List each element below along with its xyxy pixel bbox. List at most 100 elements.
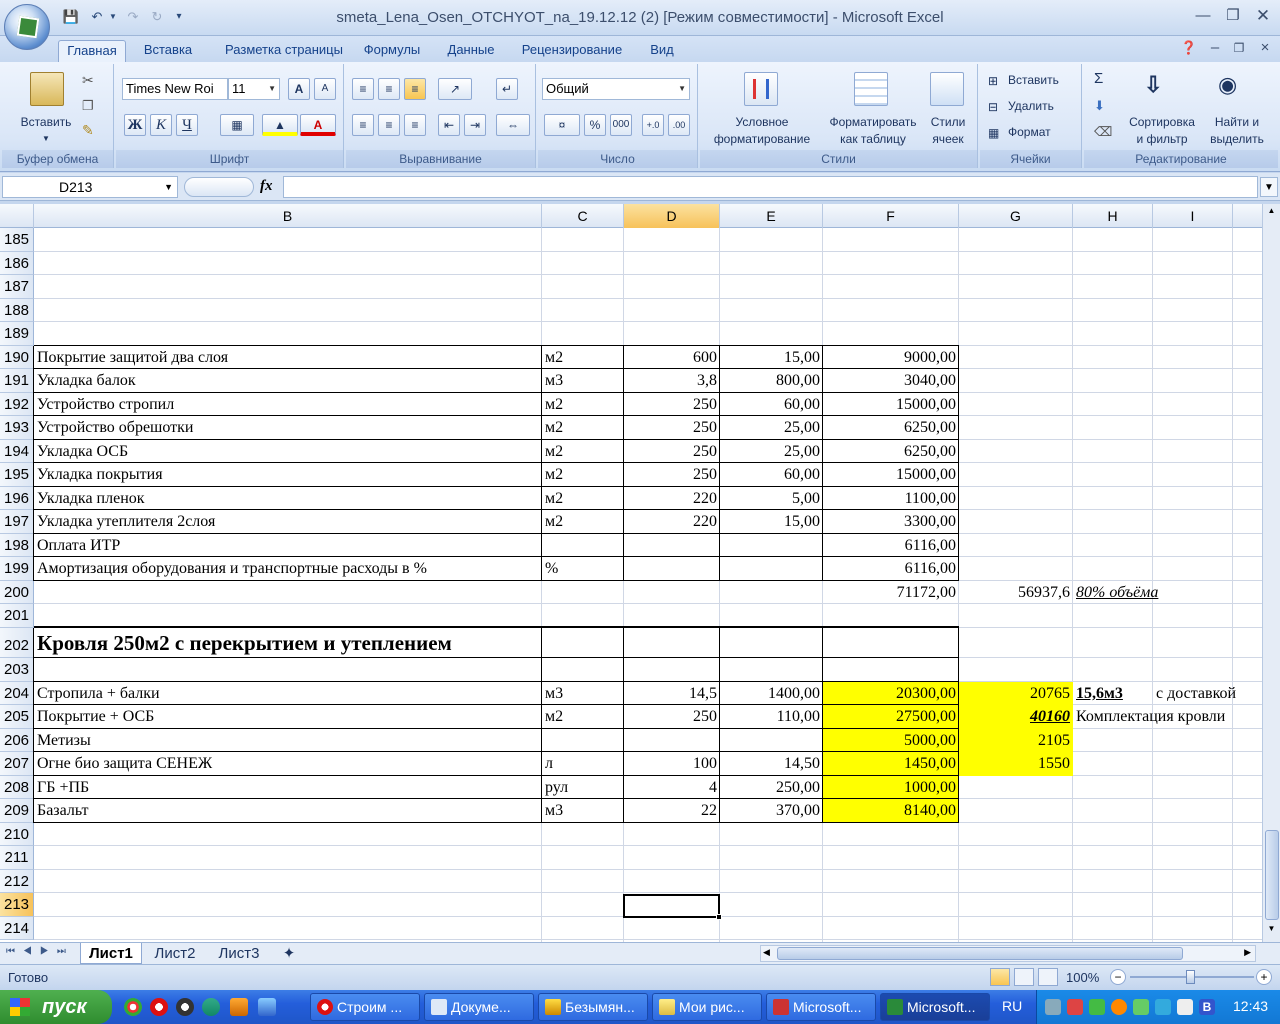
- taskbar-button-2[interactable]: Докуме...: [424, 993, 534, 1021]
- zoom-slider-thumb[interactable]: [1186, 970, 1195, 984]
- grow-font-button[interactable]: A: [288, 78, 310, 100]
- tray-icon-5[interactable]: [1133, 999, 1149, 1015]
- column-header-c[interactable]: C: [542, 204, 624, 228]
- increase-decimal-icon[interactable]: +.0: [642, 114, 664, 136]
- page-break-view-icon[interactable]: [1038, 968, 1058, 986]
- copy-icon[interactable]: ❐: [82, 98, 94, 114]
- row-header[interactable]: 205: [0, 705, 34, 729]
- explorer-icon[interactable]: [230, 998, 248, 1016]
- row-header[interactable]: 203: [0, 658, 34, 682]
- column-header-d[interactable]: D: [624, 204, 720, 228]
- insert-cells-button[interactable]: Вставить: [1008, 72, 1059, 89]
- cell-b196[interactable]: Укладка пленок: [34, 487, 145, 510]
- row-header[interactable]: 207: [0, 752, 34, 776]
- cell-g204[interactable]: 20765: [959, 682, 1073, 705]
- align-top-icon[interactable]: ≡: [352, 78, 374, 100]
- tab-view[interactable]: Вид: [642, 40, 682, 62]
- cell-f195[interactable]: 15000,00: [823, 463, 959, 487]
- cell-b207[interactable]: Огне био защита СЕНЕЖ: [34, 752, 212, 776]
- vertical-scroll-thumb[interactable]: [1265, 830, 1279, 920]
- cell-f197[interactable]: 3300,00: [823, 510, 959, 534]
- taskbar-button-1[interactable]: Строим ...: [310, 993, 420, 1021]
- format-as-table-icon[interactable]: [854, 72, 888, 106]
- cell-g205[interactable]: 40160: [959, 705, 1073, 729]
- row-header[interactable]: 200: [0, 581, 34, 604]
- font-size-combo[interactable]: 11 ▼: [228, 78, 280, 100]
- tray-icon-6[interactable]: [1155, 999, 1171, 1015]
- clear-icon[interactable]: ⌫: [1094, 124, 1112, 140]
- tab-data[interactable]: Данные: [440, 40, 502, 62]
- page-layout-view-icon[interactable]: [1014, 968, 1034, 986]
- tray-icon-4[interactable]: [1111, 999, 1127, 1015]
- cell-c190[interactable]: м2: [542, 346, 563, 369]
- cell-e192[interactable]: 60,00: [720, 393, 823, 416]
- align-center-icon[interactable]: ≡: [378, 114, 400, 136]
- cell-e208[interactable]: 250,00: [720, 776, 823, 799]
- tab-insert[interactable]: Вставка: [136, 40, 200, 62]
- tab-formulas[interactable]: Формулы: [358, 40, 426, 62]
- increase-indent-icon[interactable]: ⇥: [464, 114, 486, 136]
- bold-button[interactable]: Ж: [124, 114, 146, 136]
- cell-e190[interactable]: 15,00: [720, 346, 823, 369]
- thousands-button[interactable]: 000: [610, 114, 632, 136]
- decrease-decimal-icon[interactable]: .00: [668, 114, 690, 136]
- cell-b193[interactable]: Устройство обрешотки: [34, 416, 193, 440]
- insert-function-button[interactable]: fx: [260, 178, 273, 195]
- column-header-g[interactable]: G: [959, 204, 1073, 228]
- cell-b198[interactable]: Оплата ИТР: [34, 534, 120, 557]
- cell-f209[interactable]: 8140,00: [823, 799, 959, 823]
- cell-b208[interactable]: ГБ +ПБ: [34, 776, 89, 799]
- sheet-nav-arrows-icon[interactable]: ⏮◀▶⏭: [6, 946, 74, 957]
- cell-c209[interactable]: м3: [542, 799, 563, 823]
- vertical-scrollbar[interactable]: ▲ ▼: [1262, 204, 1280, 942]
- cell-d207[interactable]: 100: [624, 752, 720, 776]
- cell-g207[interactable]: 1550: [959, 752, 1073, 776]
- office-button[interactable]: [4, 4, 50, 50]
- row-header[interactable]: 204: [0, 682, 34, 705]
- underline-button[interactable]: Ч: [176, 114, 198, 136]
- sort-filter-label-2[interactable]: и фильтр: [1122, 131, 1202, 148]
- format-as-table-label-1[interactable]: Форматировать: [818, 114, 928, 131]
- conditional-formatting-label-2[interactable]: форматирование: [702, 131, 822, 148]
- font-color-icon[interactable]: A: [300, 114, 336, 136]
- format-painter-icon[interactable]: ✎: [82, 122, 94, 139]
- cell-e194[interactable]: 25,00: [720, 440, 823, 463]
- cell-b206[interactable]: Метизы: [34, 729, 91, 752]
- cell-b209[interactable]: Базальт: [34, 799, 89, 823]
- cell-b197[interactable]: Укладка утеплителя 2слоя: [34, 510, 215, 534]
- align-middle-icon[interactable]: ≡: [378, 78, 400, 100]
- merge-center-icon[interactable]: ⇔: [496, 114, 530, 136]
- cell-b202[interactable]: Кровля 250м2 с перекрытием и утеплением: [34, 628, 452, 658]
- taskbar-button-5[interactable]: Microsoft...: [766, 993, 876, 1021]
- column-header-h[interactable]: H: [1073, 204, 1153, 228]
- cell-c195[interactable]: м2: [542, 463, 563, 487]
- align-right-icon[interactable]: ≡: [404, 114, 426, 136]
- cell-b195[interactable]: Укладка покрытия: [34, 463, 163, 487]
- cell-b199[interactable]: Амортизация оборудования и транспортные …: [34, 557, 427, 581]
- row-header[interactable]: 211: [0, 846, 34, 870]
- cell-e195[interactable]: 60,00: [720, 463, 823, 487]
- format-as-table-label-2[interactable]: как таблицу: [818, 131, 928, 148]
- taskbar-button-3[interactable]: Безымян...: [538, 993, 648, 1021]
- cell-f208[interactable]: 1000,00: [823, 776, 959, 799]
- cell-h205[interactable]: Комплектация кровли: [1073, 705, 1261, 729]
- row-header[interactable]: 206: [0, 729, 34, 752]
- cell-c205[interactable]: м2: [542, 705, 563, 729]
- column-header-i[interactable]: I: [1153, 204, 1233, 228]
- cell-b194[interactable]: Укладка ОСБ: [34, 440, 128, 463]
- cell-f200[interactable]: 71172,00: [823, 581, 959, 604]
- horizontal-scroll-thumb[interactable]: [777, 947, 1183, 960]
- italic-button[interactable]: К: [150, 114, 172, 136]
- zoom-level[interactable]: 100%: [1066, 970, 1099, 985]
- scroll-right-icon[interactable]: ▶: [1244, 947, 1251, 958]
- taskbar-button-6[interactable]: Microsoft...: [880, 993, 990, 1021]
- cut-icon[interactable]: ✂: [82, 72, 94, 89]
- cell-d208[interactable]: 4: [624, 776, 720, 799]
- cell-b205[interactable]: Покрытие + ОСБ: [34, 705, 154, 729]
- restore-icon[interactable]: ❐: [1222, 6, 1244, 26]
- scroll-left-icon[interactable]: ◀: [763, 947, 770, 958]
- close-icon[interactable]: ✕: [1252, 6, 1274, 26]
- paste-button[interactable]: Вставить: [6, 114, 86, 131]
- sheet-tab-2[interactable]: Лист2: [146, 943, 204, 964]
- row-header[interactable]: 214: [0, 917, 34, 940]
